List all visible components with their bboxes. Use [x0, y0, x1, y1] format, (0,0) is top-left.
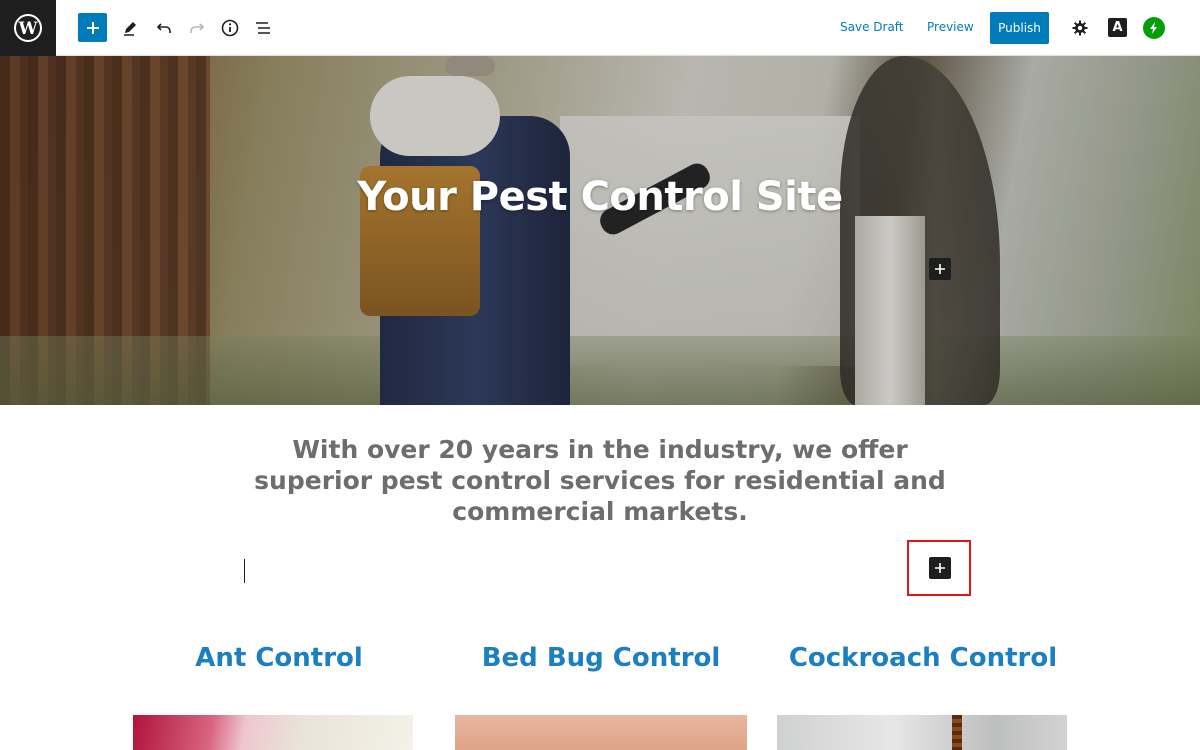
list-view-icon — [256, 22, 270, 34]
undo-icon — [156, 23, 171, 33]
info-icon — [221, 19, 239, 37]
cover-title[interactable]: Your Pest Control Site — [0, 174, 1200, 220]
pencil-icon — [124, 22, 136, 36]
details-button[interactable] — [216, 14, 244, 42]
service-title-bed-bug[interactable]: Bed Bug Control — [455, 643, 747, 673]
service-title-ant[interactable]: Ant Control — [133, 643, 425, 673]
save-draft-button[interactable]: Save Draft — [840, 20, 904, 34]
settings-button[interactable] — [1066, 14, 1094, 42]
plus-icon — [86, 21, 99, 34]
redo-button[interactable] — [183, 14, 211, 42]
plus-icon — [935, 563, 945, 573]
wordpress-logo-icon[interactable]: W — [0, 0, 56, 56]
text-cursor — [244, 559, 245, 583]
editor-toolbar: W Save Draft Preview Publish A — [0, 0, 1200, 56]
jetpack-button[interactable] — [1143, 17, 1165, 39]
service-image-cockroach[interactable] — [777, 715, 1067, 750]
service-image-bed-bug[interactable] — [455, 715, 747, 750]
add-block-button[interactable] — [929, 557, 951, 579]
undo-button[interactable] — [150, 14, 178, 42]
service-image-ant[interactable] — [133, 715, 413, 750]
service-title-cockroach[interactable]: Cockroach Control — [777, 643, 1069, 673]
a-letter-icon: A — [1112, 20, 1123, 35]
publish-button[interactable]: Publish — [990, 12, 1049, 44]
block-inserter-button[interactable] — [78, 13, 107, 42]
redo-icon — [190, 23, 205, 33]
list-view-button[interactable] — [249, 14, 277, 42]
tools-edit-button[interactable] — [116, 14, 144, 42]
plus-icon — [935, 264, 945, 274]
intro-heading[interactable]: With over 20 years in the industry, we o… — [240, 434, 960, 527]
add-block-button-cover[interactable] — [929, 258, 951, 280]
gear-icon — [1072, 20, 1088, 36]
plugin-a-button[interactable]: A — [1108, 18, 1127, 37]
jetpack-bolt-icon — [1150, 22, 1157, 34]
cover-block[interactable]: Your Pest Control Site — [0, 56, 1200, 405]
preview-button[interactable]: Preview — [927, 20, 974, 34]
svg-text:W: W — [17, 19, 38, 39]
